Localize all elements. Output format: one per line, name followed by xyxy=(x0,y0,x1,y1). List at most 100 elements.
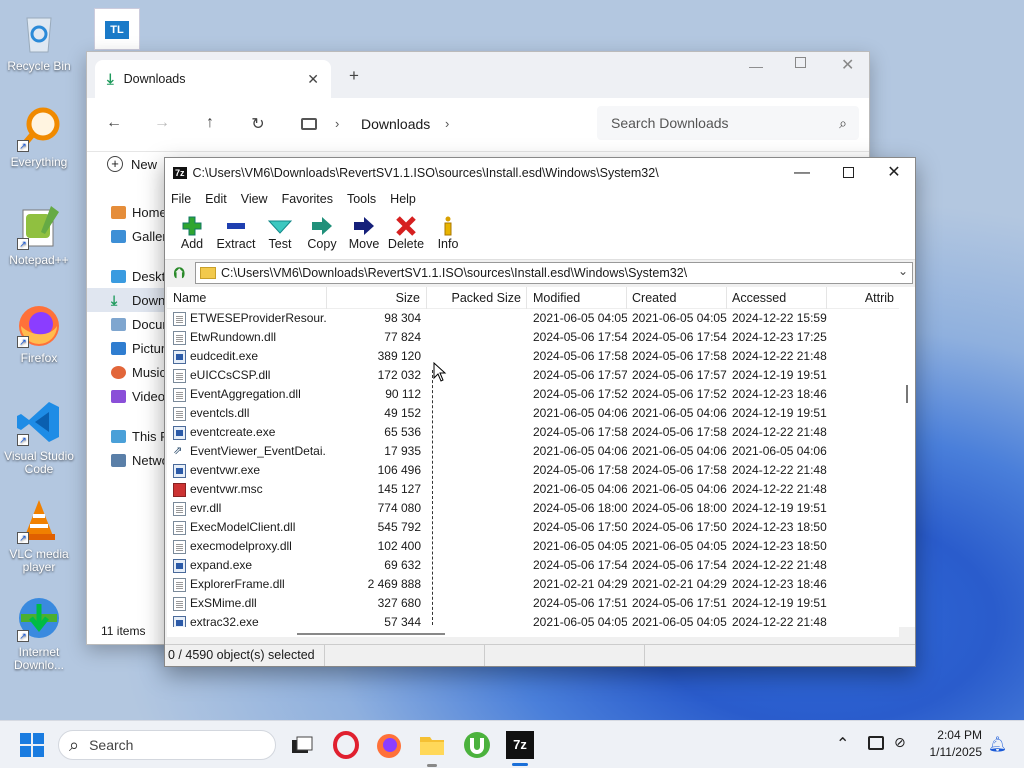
desktop-icon-recycle-bin[interactable]: Recycle Bin xyxy=(1,8,77,73)
extract-button[interactable]: Extract xyxy=(213,210,259,259)
file-row[interactable]: evr.dll 774 080 2024-05-06 18:00 2024-05-06… xyxy=(167,499,899,518)
close-tab-icon[interactable]: ✕ xyxy=(307,71,319,88)
sidebar-item-home[interactable]: Home xyxy=(87,200,165,224)
scrollbar-thumb[interactable] xyxy=(297,633,445,635)
column-header-attrib[interactable]: Attrib xyxy=(827,287,899,309)
start-button[interactable] xyxy=(18,731,46,759)
desktop-icon-vlc[interactable]: ↗ VLC media player xyxy=(1,496,77,574)
desktop-icon-idm[interactable]: ↗ Internet Downlo... xyxy=(1,594,77,672)
close-window-button[interactable]: ✕ xyxy=(841,55,854,75)
close-window-button[interactable]: ✕ xyxy=(871,158,917,188)
copy-button[interactable]: Copy xyxy=(301,210,343,259)
sidebar-item-network[interactable]: Network xyxy=(87,448,165,472)
file-row[interactable]: eventvwr.msc 145 127 2021-06-05 04:06 2021-… xyxy=(167,480,899,499)
file-row[interactable]: eventcls.dll 49 152 2021-06-05 04:06 2021-0… xyxy=(167,404,899,423)
tab-downloads[interactable]: ⤓ Downloads ✕ xyxy=(95,60,331,98)
sidebar-item-music[interactable]: Music xyxy=(87,360,165,384)
address-bar[interactable]: C:\Users\VM6\Downloads\RevertSV1.1.ISO\s… xyxy=(195,262,913,284)
menu-edit[interactable]: Edit xyxy=(205,192,227,206)
maximize-button[interactable] xyxy=(795,57,806,68)
file-row[interactable]: extrac32.exe 57 344 2021-06-05 04:05 2021-0… xyxy=(167,613,899,627)
up-arrow-icon[interactable]: ↑ xyxy=(199,114,221,136)
column-header-accessed[interactable]: Accessed xyxy=(727,287,827,309)
breadcrumb-chevron-icon[interactable]: › xyxy=(445,116,449,131)
file-row[interactable]: ETWESEProviderResour... 98 304 2021-06-05 … xyxy=(167,309,899,328)
chevron-up-icon[interactable]: ⌃ xyxy=(836,734,849,754)
file-row[interactable]: expand.exe 69 632 2024-05-06 17:54 2024-05-… xyxy=(167,556,899,575)
test-button[interactable]: Test xyxy=(259,210,301,259)
maximize-button[interactable] xyxy=(825,158,871,188)
sidebar-item-gallery[interactable]: Gallery xyxy=(87,224,165,248)
sidebar-item-this-pc[interactable]: This PC xyxy=(87,424,165,448)
file-modified: 2021-06-05 04:06 xyxy=(533,406,627,420)
move-button[interactable]: Move xyxy=(343,210,385,259)
column-header-modified[interactable]: Modified xyxy=(527,287,627,309)
column-header-created[interactable]: Created xyxy=(627,287,727,309)
desktop-icon-everything[interactable]: ↗ Everything xyxy=(1,104,77,169)
info-button[interactable]: Info xyxy=(427,210,469,259)
chevron-down-icon[interactable]: ⌄ xyxy=(898,264,908,278)
file-row[interactable]: execmodelproxy.dll 102 400 2021-06-05 04:0… xyxy=(167,537,899,556)
file-row[interactable]: ExplorerFrame.dll 2 469 888 2021-02-21 04:… xyxy=(167,575,899,594)
monitor-icon[interactable] xyxy=(301,118,317,130)
firefox-icon[interactable] xyxy=(375,731,403,759)
new-label: New xyxy=(131,156,158,172)
task-view-icon[interactable] xyxy=(288,731,316,759)
notification-bell-icon[interactable]: 🔔︎ xyxy=(988,735,1007,753)
opera-icon[interactable] xyxy=(332,731,360,759)
vertical-scrollbar[interactable] xyxy=(899,287,915,627)
desktop-icon-firefox[interactable]: ↗ Firefox xyxy=(1,300,77,365)
file-row[interactable]: eventvwr.exe 106 496 2024-05-06 17:58 2024-… xyxy=(167,461,899,480)
clock[interactable]: 2:04 PM 1/11/2025 xyxy=(920,727,983,761)
forward-arrow-icon[interactable]: → xyxy=(151,114,173,136)
new-button[interactable]: + New xyxy=(107,156,157,172)
column-header-packed-size[interactable]: Packed Size xyxy=(427,287,527,309)
desktop-icon-notepad-plus[interactable]: ↗ Notepad++ xyxy=(1,202,77,267)
menu-favorites[interactable]: Favorites xyxy=(282,192,333,206)
new-tab-button[interactable]: + xyxy=(349,66,359,86)
file-row[interactable]: ⇗ EventViewer_EventDetai... 17 935 2021-06-… xyxy=(167,442,899,461)
refresh-icon[interactable]: ↻ xyxy=(247,114,269,136)
minimize-button[interactable]: — xyxy=(779,158,825,188)
back-arrow-icon[interactable]: ← xyxy=(103,114,125,136)
taskbar-search-box[interactable]: ⌕ Search xyxy=(58,730,276,760)
file-row[interactable]: eUICCsCSP.dll 172 032 2024-05-06 17:57 2024… xyxy=(167,366,899,385)
file-row[interactable]: EventAggregation.dll 90 112 2024-05-06 17:… xyxy=(167,385,899,404)
file-row[interactable]: EtwRundown.dll 77 824 2024-05-06 17:54 2024… xyxy=(167,328,899,347)
file-list[interactable]: Name Size Packed Size Modified Created A… xyxy=(167,287,899,627)
sevenzip-window[interactable]: 7z C:\Users\VM6\Downloads\RevertSV1.1.IS… xyxy=(164,157,916,667)
sidebar-item-desktop[interactable]: Desktop xyxy=(87,264,165,288)
file-explorer-icon[interactable] xyxy=(418,731,446,767)
menu-tools[interactable]: Tools xyxy=(347,192,376,206)
sevenzip-taskbar-icon[interactable]: 7z xyxy=(506,731,534,759)
speaker-muted-icon[interactable]: ⊘ xyxy=(894,734,906,751)
file-row[interactable]: ExSMime.dll 327 680 2024-05-06 17:51 2024-0… xyxy=(167,594,899,613)
file-row[interactable]: eudcedit.exe 389 120 2024-05-06 17:58 2024-… xyxy=(167,347,899,366)
scrollbar-thumb[interactable] xyxy=(906,385,908,403)
file-name: ExSMime.dll xyxy=(167,594,327,613)
menu-view[interactable]: View xyxy=(241,192,268,206)
desktop-icon-tl[interactable]: TL xyxy=(94,8,140,50)
breadcrumb[interactable]: Downloads xyxy=(361,116,430,132)
sevenzip-title-bar[interactable]: 7z C:\Users\VM6\Downloads\RevertSV1.1.IS… xyxy=(165,158,915,188)
horizontal-scrollbar[interactable] xyxy=(167,627,899,637)
file-row[interactable]: ExecModelClient.dll 545 792 2024-05-06 17:… xyxy=(167,518,899,537)
sidebar-item-downloads[interactable]: ⤓ Downloads xyxy=(87,288,165,312)
menu-help[interactable]: Help xyxy=(390,192,416,206)
minimize-button[interactable]: — xyxy=(749,58,763,74)
desktop-icon-vscode[interactable]: ↗ Visual Studio Code xyxy=(1,398,77,476)
menu-file[interactable]: File xyxy=(171,192,191,206)
sidebar-item-pictures[interactable]: Pictures xyxy=(87,336,165,360)
file-row[interactable]: eventcreate.exe 65 536 2024-05-06 17:58 202… xyxy=(167,423,899,442)
column-header-size[interactable]: Size xyxy=(327,287,427,309)
delete-x-icon xyxy=(385,215,427,237)
up-folder-icon[interactable]: ⮉ xyxy=(167,262,191,284)
utorrent-icon[interactable] xyxy=(463,731,491,759)
delete-button[interactable]: Delete xyxy=(385,210,427,259)
sidebar-item-documents[interactable]: Documents xyxy=(87,312,165,336)
search-input[interactable]: Search Downloads ⌕ xyxy=(597,106,859,140)
device-icon[interactable] xyxy=(868,736,884,750)
sidebar-item-videos[interactable]: Videos xyxy=(87,384,165,408)
column-header-name[interactable]: Name xyxy=(167,287,327,309)
add-button[interactable]: Add xyxy=(171,210,213,259)
